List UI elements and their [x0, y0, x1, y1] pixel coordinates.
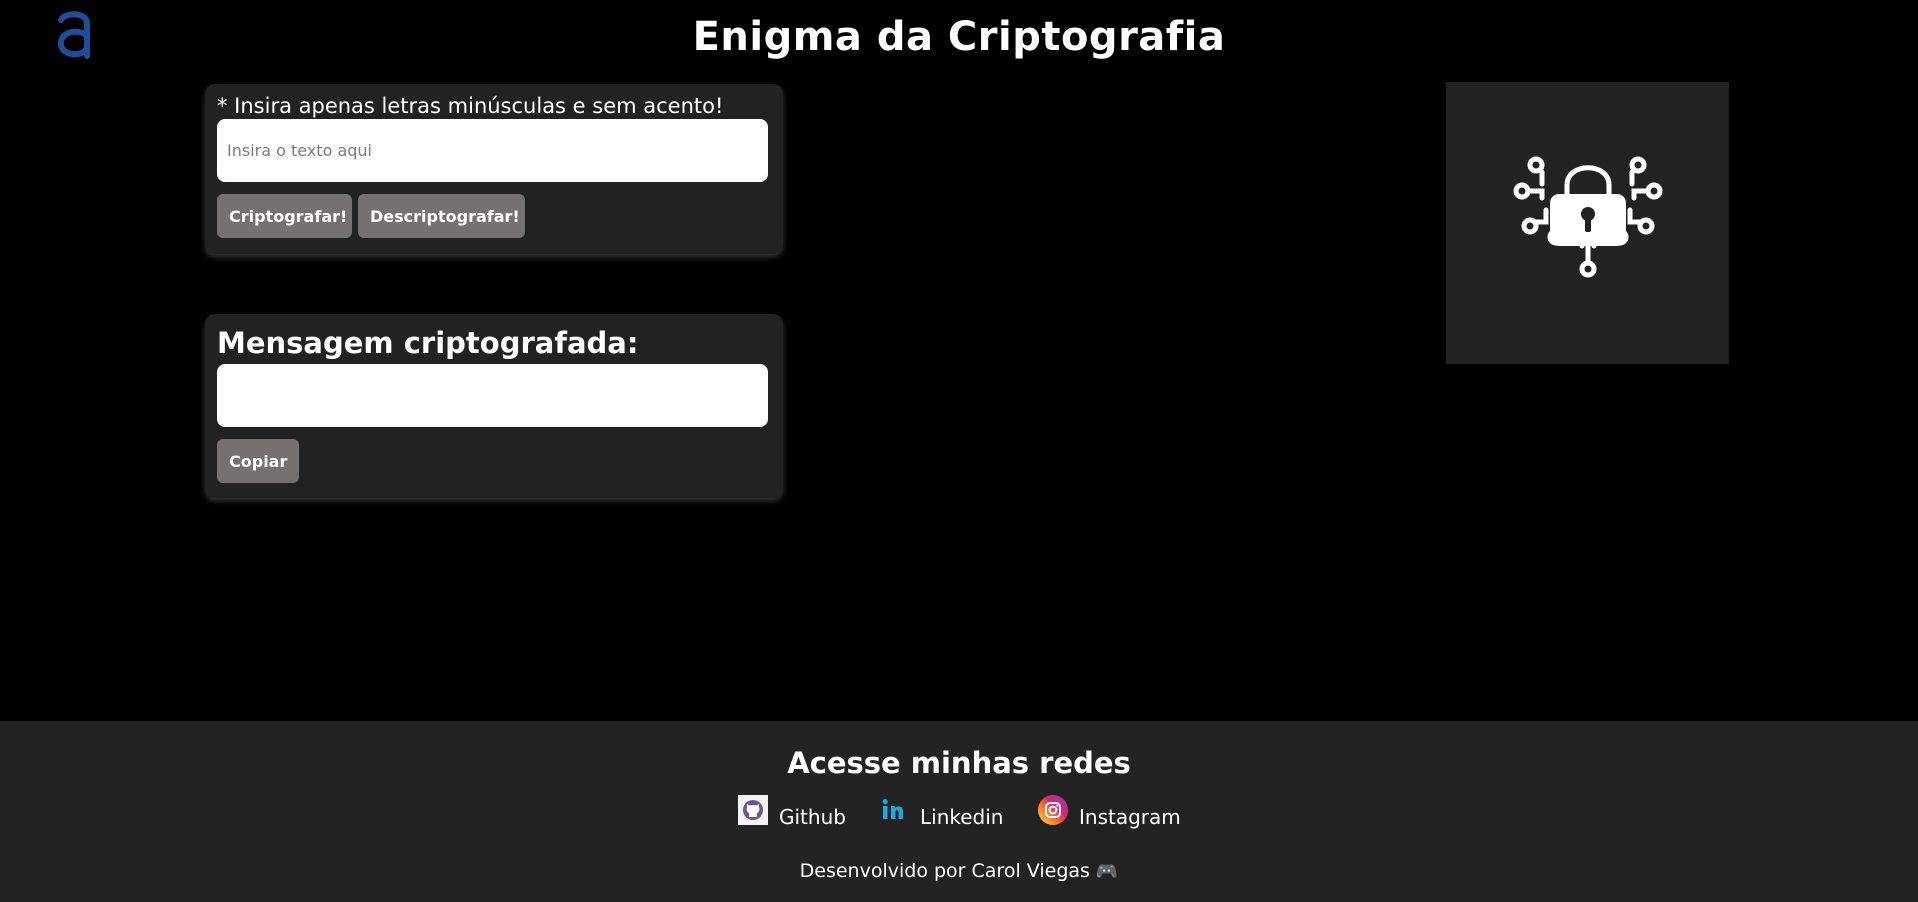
linkedin-label: Linkedin	[920, 805, 1004, 829]
github-label: Github	[779, 805, 846, 829]
illustration-panel	[1446, 82, 1729, 364]
copy-button[interactable]: Copiar	[217, 439, 299, 483]
gamepad-icon: 🎮	[1095, 861, 1119, 882]
result-output[interactable]	[217, 364, 768, 427]
digital-padlock-icon	[1513, 156, 1663, 278]
encrypt-button[interactable]: Criptografar!	[217, 194, 352, 238]
linkedin-link[interactable]: Linkedin	[879, 795, 1003, 829]
message-input[interactable]	[217, 119, 768, 182]
result-title: Mensagem criptografada:	[217, 326, 639, 360]
footer-title: Acesse minhas redes	[787, 746, 1131, 780]
github-icon	[738, 795, 768, 825]
instagram-link[interactable]: Instagram	[1038, 795, 1181, 829]
github-link[interactable]: Github	[738, 795, 846, 829]
linkedin-icon	[882, 798, 903, 819]
decrypt-button[interactable]: Descriptografar!	[358, 194, 525, 238]
credit-text: Desenvolvido por Carol Viegas	[799, 860, 1090, 882]
instagram-label: Instagram	[1079, 805, 1181, 829]
page-title: Enigma da Criptografia	[692, 14, 1226, 60]
footer-credit: Desenvolvido por Carol Viegas 🎮	[0, 860, 1918, 882]
footer: Acesse minhas redes Github Linkedin Inst…	[0, 721, 1918, 902]
result-card: Mensagem criptografada: Copiar	[205, 314, 783, 498]
input-hint: * Insira apenas letras minúsculas e sem …	[217, 94, 724, 118]
page: Enigma da Criptografia * Insira apenas l…	[0, 0, 1918, 902]
encrypt-card: * Insira apenas letras minúsculas e sem …	[205, 84, 783, 254]
instagram-icon	[1038, 795, 1068, 825]
